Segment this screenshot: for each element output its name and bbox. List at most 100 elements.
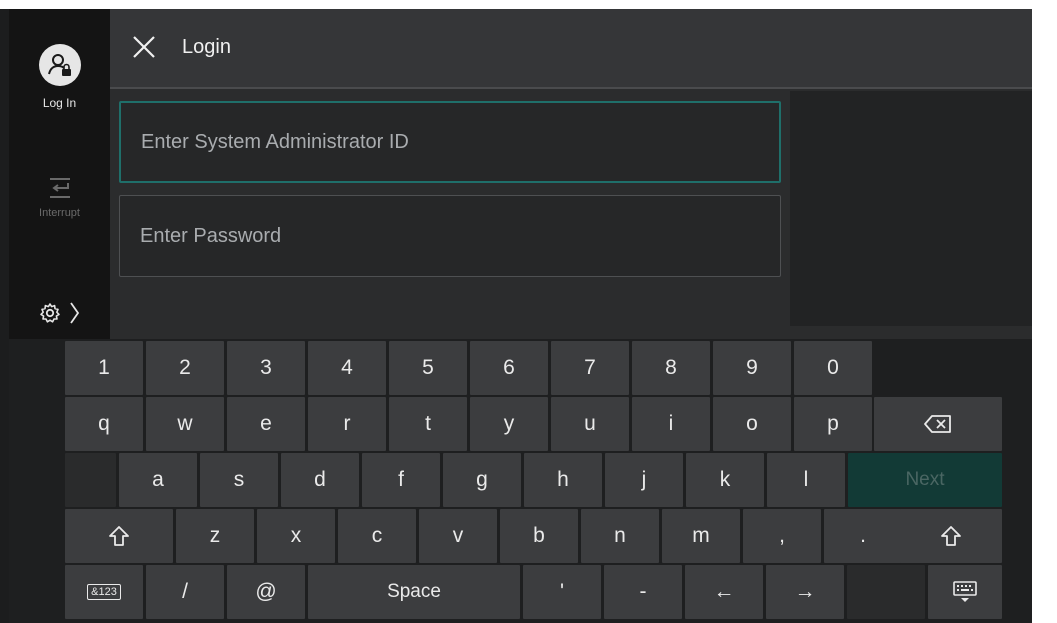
letter-key[interactable]: p [794,397,872,451]
backspace-key[interactable] [874,397,1002,451]
letter-key-label: d [314,468,326,491]
letter-key-label: i [668,412,674,435]
letter-key-label: a [152,468,164,491]
key-apostrophe-label: ' [559,580,564,603]
number-key[interactable]: 1 [65,341,143,395]
chevron-right-icon [70,302,80,324]
letter-key-label: j [641,468,647,491]
letter-key[interactable]: v [419,509,497,563]
letter-key-label: , [779,524,785,547]
login-button[interactable]: Log In [9,44,110,110]
letter-key-label: s [233,468,245,491]
letter-key-label: u [584,412,596,435]
left-arrow-key[interactable]: ← [685,565,763,619]
number-key[interactable]: 6 [470,341,548,395]
number-key[interactable]: 3 [227,341,305,395]
left-sidebar: Log In Interrupt [9,9,110,339]
letter-key-label: o [746,412,758,435]
letter-key[interactable]: t [389,397,467,451]
space-key[interactable]: Space [308,565,520,619]
letter-key[interactable]: s [200,453,278,507]
interrupt-icon [49,178,70,198]
letter-key-label: x [290,524,302,547]
letter-key-label: b [533,524,545,547]
letter-key[interactable]: b [500,509,578,563]
next-key[interactable]: Next [848,453,1002,507]
key-at-label: @ [255,580,277,603]
letter-key[interactable]: g [443,453,521,507]
number-key-label: 6 [503,356,515,379]
letter-key[interactable]: a [119,453,197,507]
spacer-key [65,453,116,507]
letter-key[interactable]: , [743,509,821,563]
letter-key-label: r [343,412,351,435]
password-placeholder: Enter Password [140,224,282,247]
letter-key-label: c [371,524,383,547]
admin-id-placeholder: Enter System Administrator ID [141,130,409,153]
close-icon [133,36,155,58]
key-slash[interactable]: / [146,565,224,619]
gear-icon [40,303,60,323]
letter-key-label: h [557,468,569,491]
on-screen-keyboard: 1 2 3 4 5 6 7 8 9 0 q w e r t y u i o p a s d f g h j k l z x c v b n m,… [9,339,1032,623]
number-key-label: 4 [341,356,353,379]
number-key-label: 9 [746,356,758,379]
letter-key[interactable]: l [767,453,845,507]
mode-key[interactable]: &123 [65,565,143,619]
letter-key[interactable]: d [281,453,359,507]
number-key[interactable]: 0 [794,341,872,395]
letter-key[interactable]: i [632,397,710,451]
user-lock-icon [38,44,81,86]
letter-key[interactable]: w [146,397,224,451]
letter-key[interactable]: o [713,397,791,451]
letter-key[interactable]: n [581,509,659,563]
letter-key-label: v [452,524,464,547]
left-arrow-label: ← [713,580,735,603]
number-key[interactable]: 4 [308,341,386,395]
right-arrow-key[interactable]: → [766,565,844,619]
password-field[interactable]: Enter Password [119,195,781,277]
next-key-label: Next [905,469,945,490]
letter-key[interactable]: . [824,509,902,563]
letter-key[interactable]: x [257,509,335,563]
letter-key[interactable]: c [338,509,416,563]
letter-key[interactable]: y [470,397,548,451]
key-dash[interactable]: - [604,565,682,619]
right-border [1032,0,1057,623]
number-key[interactable]: 9 [713,341,791,395]
header-bar: Login [110,9,1032,89]
spacer-key [847,565,925,619]
letter-key[interactable]: q [65,397,143,451]
right-panel [790,91,1032,326]
shift-right-key[interactable] [900,509,1002,563]
number-key[interactable]: 5 [389,341,467,395]
letter-key[interactable]: z [176,509,254,563]
admin-id-field[interactable]: Enter System Administrator ID [119,101,781,183]
letter-key[interactable]: h [524,453,602,507]
number-key[interactable]: 2 [146,341,224,395]
right-arrow-label: → [794,580,816,603]
number-key[interactable]: 7 [551,341,629,395]
shift-icon [109,526,129,546]
key-at[interactable]: @ [227,565,305,619]
letter-key-label: e [260,412,272,435]
interrupt-label: Interrupt [39,207,80,219]
key-apostrophe[interactable]: ' [523,565,601,619]
letter-key[interactable]: f [362,453,440,507]
interrupt-button[interactable]: Interrupt [9,177,110,219]
close-button[interactable] [130,33,158,61]
letter-key[interactable]: m [662,509,740,563]
hide-keyboard-key[interactable] [928,565,1002,619]
shift-left-key[interactable] [65,509,173,563]
login-label: Log In [42,96,77,110]
device-settings-button[interactable] [39,301,81,325]
letter-key[interactable]: k [686,453,764,507]
letter-key[interactable]: r [308,397,386,451]
letter-key-label: w [177,412,193,435]
letter-key[interactable]: e [227,397,305,451]
number-key[interactable]: 8 [632,341,710,395]
letter-key[interactable]: j [605,453,683,507]
number-key-label: 1 [98,356,110,379]
letter-key[interactable]: u [551,397,629,451]
key-dash-label: - [639,580,647,603]
